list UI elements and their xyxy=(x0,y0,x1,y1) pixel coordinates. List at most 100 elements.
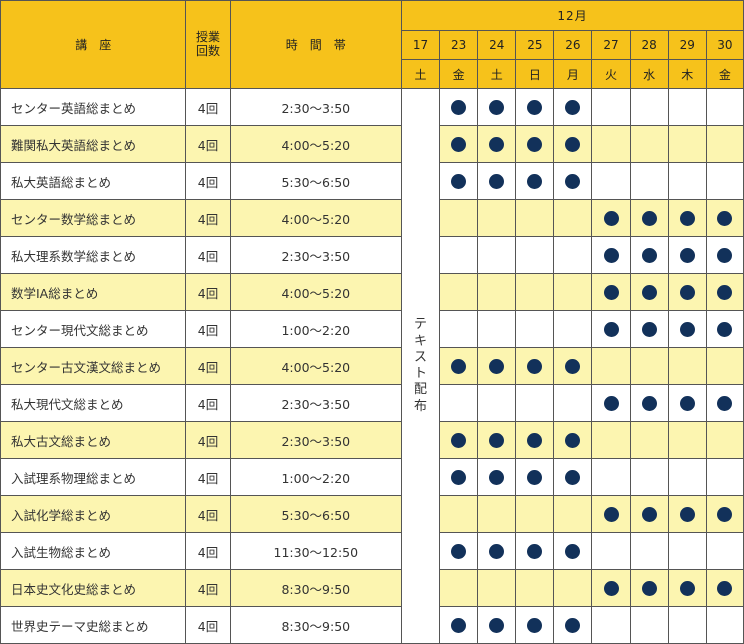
day-cell xyxy=(439,532,479,570)
day-cell xyxy=(705,347,744,385)
date-cell: 23 xyxy=(439,30,479,60)
class-dot-icon xyxy=(641,247,657,263)
schedule-table: 講 座 授業 回数 時 間 帯 12月 17 23 24 25 26 27 28 29 30 土金… xyxy=(0,0,744,644)
lesson-count: 4回 xyxy=(185,162,231,200)
table-row: 数学ⅠA総まとめ 4回 4:00～5:20 xyxy=(0,273,744,311)
day-cell xyxy=(667,199,707,237)
class-dot-icon xyxy=(451,543,467,559)
day-cell xyxy=(667,125,707,163)
course-name: センター数学総まとめ xyxy=(0,199,187,237)
day-cell xyxy=(705,125,744,163)
weekday-cell: 日 xyxy=(515,59,555,89)
day-cell xyxy=(515,236,555,274)
class-dot-icon xyxy=(679,580,695,596)
class-dot-icon xyxy=(641,210,657,226)
lesson-count: 4回 xyxy=(185,199,231,237)
time-slot: 5:30～6:50 xyxy=(229,495,403,533)
table-row: 私大現代文総まとめ 4回 2:30～3:50 xyxy=(0,384,744,422)
lesson-count: 4回 xyxy=(185,125,231,163)
class-dot-icon xyxy=(527,432,543,448)
day-cell xyxy=(705,310,744,348)
time-slot: 2:30～3:50 xyxy=(229,88,403,126)
day-cell xyxy=(477,162,517,200)
class-dot-icon xyxy=(717,506,733,522)
table-row: センター古文漢文総まとめ 4回 4:00～5:20 xyxy=(0,347,744,385)
weekday-cell: 金 xyxy=(439,59,479,89)
weekday-cell: 水 xyxy=(629,59,669,89)
class-dot-icon xyxy=(489,136,505,152)
date-cell: 30 xyxy=(705,30,744,60)
day-cell xyxy=(477,384,517,422)
course-name: 世界史テーマ史総まとめ xyxy=(0,606,187,644)
day-cell xyxy=(439,273,479,311)
class-dot-icon xyxy=(527,136,543,152)
class-dot-icon xyxy=(527,173,543,189)
class-dot-icon xyxy=(679,210,695,226)
class-dot-icon xyxy=(565,136,581,152)
day-cell xyxy=(553,125,593,163)
course-name: 日本史文化史総まとめ xyxy=(0,569,187,607)
day-cell xyxy=(629,458,669,496)
day-cell xyxy=(591,199,631,237)
weekday-cell: 火 xyxy=(591,59,631,89)
course-name: センター古文漢文総まとめ xyxy=(0,347,187,385)
day-cell xyxy=(439,125,479,163)
day-cell xyxy=(667,236,707,274)
day-cell xyxy=(439,162,479,200)
table-row: 世界史テーマ史総まとめ 4回 8:30～9:50 xyxy=(0,606,744,644)
day-cell xyxy=(553,495,593,533)
time-slot: 1:00～2:20 xyxy=(229,310,403,348)
class-dot-icon xyxy=(641,321,657,337)
text-distribution-label: テキスト配布 xyxy=(414,317,428,414)
day-cell xyxy=(477,421,517,459)
class-dot-icon xyxy=(489,469,505,485)
day-cell xyxy=(591,532,631,570)
day-cell xyxy=(591,606,631,644)
weekday-cell: 金 xyxy=(705,59,744,89)
header-count: 授業 回数 xyxy=(185,0,231,89)
day-cell xyxy=(629,532,669,570)
course-name: 数学ⅠA総まとめ xyxy=(0,273,187,311)
class-dot-icon xyxy=(641,580,657,596)
day-cell xyxy=(515,310,555,348)
class-dot-icon xyxy=(565,173,581,189)
day-cell xyxy=(629,606,669,644)
date-cell: 26 xyxy=(553,30,593,60)
day-cell xyxy=(667,569,707,607)
course-name: 入試理系物理総まとめ xyxy=(0,458,187,496)
day-cell xyxy=(705,384,744,422)
day-cell xyxy=(629,162,669,200)
table-row: 難関私大英語総まとめ 4回 4:00～5:20 xyxy=(0,125,744,163)
day-cell xyxy=(667,421,707,459)
time-slot: 5:30～6:50 xyxy=(229,162,403,200)
time-slot: 4:00～5:20 xyxy=(229,199,403,237)
day-cell xyxy=(629,421,669,459)
text-distribution-cell: テキスト配布 xyxy=(401,88,441,644)
day-cell xyxy=(629,125,669,163)
day-cell xyxy=(629,88,669,126)
day-cell xyxy=(591,88,631,126)
day-cell xyxy=(477,606,517,644)
day-cell xyxy=(705,236,744,274)
lesson-count: 4回 xyxy=(185,273,231,311)
class-dot-icon xyxy=(679,506,695,522)
class-dot-icon xyxy=(527,543,543,559)
schedule-body: センター英語総まとめ 4回 2:30～3:50 テキスト配布 難関私大英語総まとめ 4回 4… xyxy=(0,88,744,644)
table-row: 私大理系数学総まとめ 4回 2:30～3:50 xyxy=(0,236,744,274)
day-cell xyxy=(705,421,744,459)
day-cell xyxy=(629,236,669,274)
day-cell xyxy=(439,569,479,607)
day-cell xyxy=(591,458,631,496)
class-dot-icon xyxy=(451,99,467,115)
day-cell xyxy=(439,310,479,348)
day-cell xyxy=(477,569,517,607)
lesson-count: 4回 xyxy=(185,236,231,274)
class-dot-icon xyxy=(603,321,619,337)
day-cell xyxy=(553,273,593,311)
class-dot-icon xyxy=(565,469,581,485)
day-cell xyxy=(553,532,593,570)
day-cell xyxy=(667,384,707,422)
day-cell xyxy=(553,88,593,126)
course-name: 難関私大英語総まとめ xyxy=(0,125,187,163)
date-cell: 28 xyxy=(629,30,669,60)
